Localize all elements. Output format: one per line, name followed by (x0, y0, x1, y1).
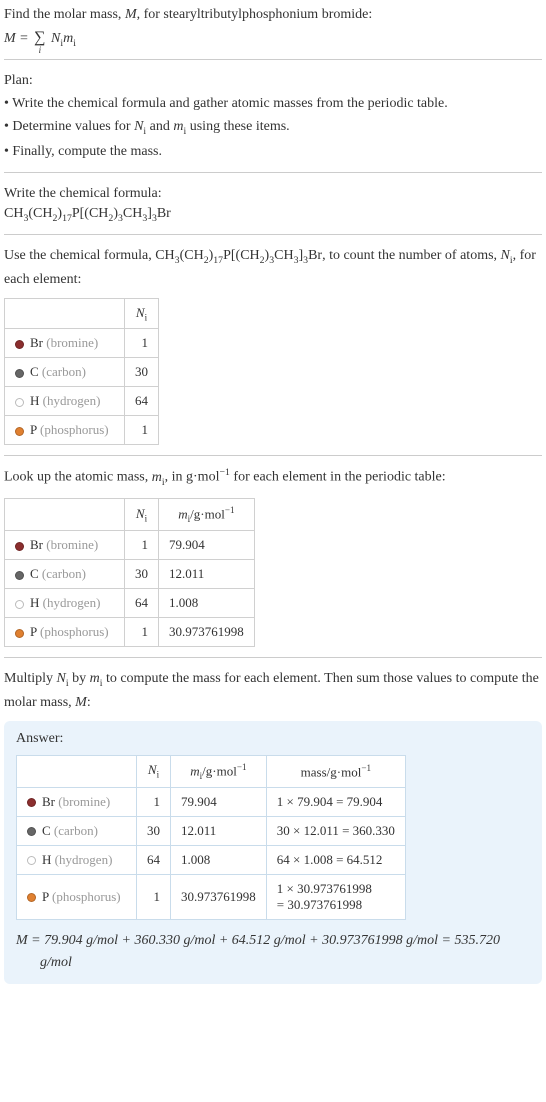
cell-value: 30 (125, 560, 159, 589)
cell-value: 1.008 (159, 589, 255, 618)
cell-value: 79.904 (171, 787, 267, 816)
element-dot-h (27, 856, 36, 865)
intro-text: Find the molar mass, M, for stearyltribu… (4, 4, 542, 25)
step3-text: Look up the atomic mass, mi, in g·mol−1 … (4, 466, 542, 490)
header-ni: Ni (137, 755, 171, 787)
plan-section: Plan: • Write the chemical formula and g… (4, 70, 542, 162)
header-ni: Ni (125, 499, 159, 531)
answer-box: Answer: Ni mi/g·mol−1 mass/g·mol−1 Br (b… (4, 721, 542, 985)
chemical-formula: CH3(CH2)17P[(CH2)3CH3]3Br (4, 206, 542, 224)
divider (4, 59, 542, 60)
cell-value: 1 (125, 329, 159, 358)
cell-value: 64 (125, 589, 159, 618)
element-dot-p (15, 427, 24, 436)
cell-mass: 1 × 30.973761998= 30.973761998 (266, 874, 405, 919)
header-mass: mass/g·mol−1 (266, 755, 405, 787)
table-answer: Ni mi/g·mol−1 mass/g·mol−1 Br (bromine) … (16, 755, 406, 920)
header-mi: mi/g·mol−1 (159, 499, 255, 531)
divider (4, 657, 542, 658)
table-row: Br (bromine) 1 79.904 1 × 79.904 = 79.90… (17, 787, 406, 816)
cell-value: 12.011 (159, 560, 255, 589)
plan-bullet-2: • Determine values for Ni and mi using t… (4, 116, 542, 139)
cell-value: 30 (137, 816, 171, 845)
plan-heading: Plan: (4, 70, 542, 91)
element-dot-br (27, 798, 36, 807)
step-count-atoms: Use the chemical formula, CH3(CH2)17P[(C… (4, 245, 542, 445)
element-name: (hydrogen) (39, 393, 100, 408)
element-dot-h (15, 600, 24, 609)
table-row: H (hydrogen) 64 1.008 (5, 589, 255, 618)
element-dot-p (15, 629, 24, 638)
cell-value: 30.973761998 (171, 874, 267, 919)
cell-value: 1.008 (171, 845, 267, 874)
cell-value: 1 (125, 531, 159, 560)
divider (4, 172, 542, 173)
element-symbol: H (30, 393, 39, 408)
cell-value: 30 (125, 358, 159, 387)
step1-heading: Write the chemical formula: (4, 183, 542, 204)
element-dot-c (15, 369, 24, 378)
divider (4, 234, 542, 235)
table-row: P (phosphorus) 1 30.973761998 (5, 618, 255, 647)
cell-mass: 1 × 79.904 = 79.904 (266, 787, 405, 816)
cell-mass: 30 × 12.011 = 360.330 (266, 816, 405, 845)
plan-bullet-3: • Finally, compute the mass. (4, 141, 542, 162)
n-var: Ni (51, 31, 63, 46)
cell-value: 79.904 (159, 531, 255, 560)
table-row: P (phosphorus) 1 30.973761998 1 × 30.973… (17, 874, 406, 919)
cell-value: 64 (137, 845, 171, 874)
answer-heading: Answer: (16, 731, 530, 747)
element-dot-c (15, 571, 24, 580)
divider (4, 455, 542, 456)
element-dot-br (15, 340, 24, 349)
cell-value: 12.011 (171, 816, 267, 845)
cell-value: 1 (125, 416, 159, 445)
intro-section: Find the molar mass, M, for stearyltribu… (4, 4, 542, 49)
equals-sign: = (16, 31, 32, 46)
element-name: (carbon) (39, 364, 86, 379)
m-var: mi (63, 31, 76, 46)
table-row: C (carbon) 30 12.011 30 × 12.011 = 360.3… (17, 816, 406, 845)
step-atomic-masses: Look up the atomic mass, mi, in g·mol−1 … (4, 466, 542, 647)
table-row: H (hydrogen) 64 1.008 64 × 1.008 = 64.51… (17, 845, 406, 874)
element-symbol: P (30, 422, 37, 437)
element-name: (phosphorus) (37, 422, 109, 437)
plan-bullet-1: • Write the chemical formula and gather … (4, 93, 542, 114)
table-header-row: Ni (5, 298, 159, 329)
element-dot-c (27, 827, 36, 836)
table-row: H (hydrogen) 64 (5, 387, 159, 416)
table-row: P (phosphorus) 1 (5, 416, 159, 445)
table-row: Br (bromine) 1 79.904 (5, 531, 255, 560)
cell-value: 64 (125, 387, 159, 416)
element-symbol: C (30, 364, 39, 379)
table-header-row: Ni mi/g·mol−1 mass/g·mol−1 (17, 755, 406, 787)
element-dot-br (15, 542, 24, 551)
element-symbol: Br (30, 335, 43, 350)
table-header-row: Ni mi/g·mol−1 (5, 499, 255, 531)
element-dot-p (27, 893, 36, 902)
molar-mass-formula: M = ∑i Nimi (4, 29, 542, 49)
cell-value: 1 (125, 618, 159, 647)
step4-text: Multiply Ni by mi to compute the mass fo… (4, 668, 542, 712)
cell-mass: 64 × 1.008 = 64.512 (266, 845, 405, 874)
table-row: C (carbon) 30 12.011 (5, 560, 255, 589)
step2-text: Use the chemical formula, CH3(CH2)17P[(C… (4, 245, 542, 289)
header-mi: mi/g·mol−1 (171, 755, 267, 787)
step-compute-mass: Multiply Ni by mi to compute the mass fo… (4, 668, 542, 984)
element-dot-h (15, 398, 24, 407)
cell-value: 1 (137, 787, 171, 816)
element-name: (bromine) (43, 335, 98, 350)
step-chemical-formula: Write the chemical formula: CH3(CH2)17P[… (4, 183, 542, 224)
table-row: C (carbon) 30 (5, 358, 159, 387)
header-ni: Ni (125, 298, 159, 329)
cell-value: 1 (137, 874, 171, 919)
table-atomic-masses: Ni mi/g·mol−1 Br (bromine) 1 79.904 C (c… (4, 498, 255, 647)
table-row: Br (bromine) 1 (5, 329, 159, 358)
m-label: M (4, 31, 16, 46)
final-result: M = 79.904 g/mol + 360.330 g/mol + 64.51… (16, 930, 530, 975)
summation-symbol: ∑i (34, 29, 45, 47)
cell-value: 30.973761998 (159, 618, 255, 647)
var-m: M (125, 7, 137, 22)
table-atom-counts: Ni Br (bromine) 1 C (carbon) 30 H (hydro… (4, 298, 159, 446)
